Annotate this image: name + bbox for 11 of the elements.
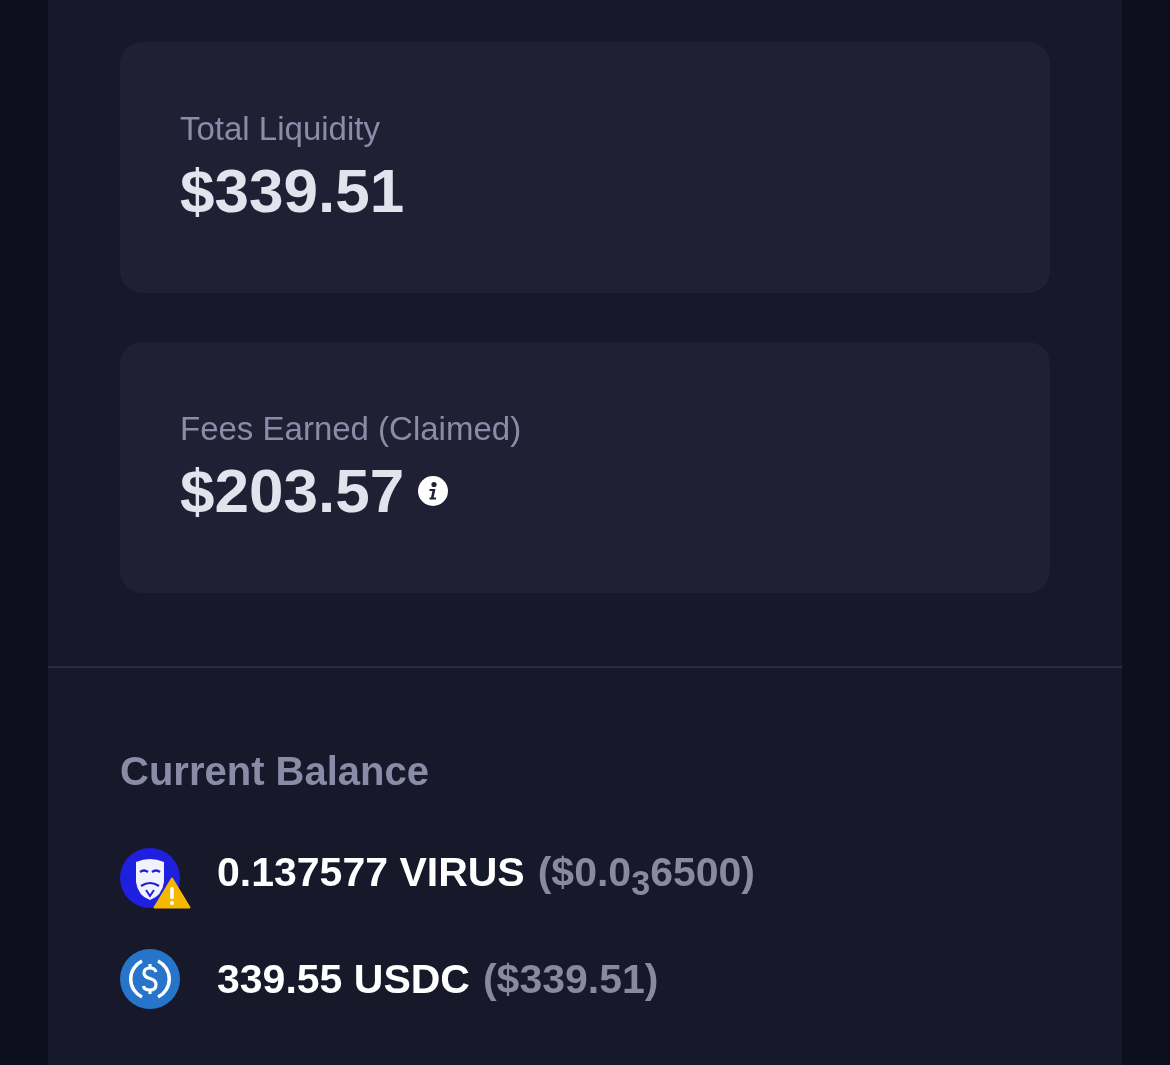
stat-label: Fees Earned (Claimed) [180,408,523,449]
token-amount: 339.55 USDC [217,955,470,1004]
token-amount: 0.137577 VIRUS [217,848,525,898]
info-icon[interactable] [418,475,449,506]
token-usd-value: ($0.0$_{3}$6500) [537,848,756,905]
stat-value: $203.57 [180,454,405,527]
section-title: Current Balance [120,748,430,795]
stat-value: $339.51 [180,154,405,227]
token-usd-value: ($339.51) [482,955,659,1004]
stat-label: Total Liquidity [180,108,381,149]
dollar-coin-icon [120,949,180,1009]
